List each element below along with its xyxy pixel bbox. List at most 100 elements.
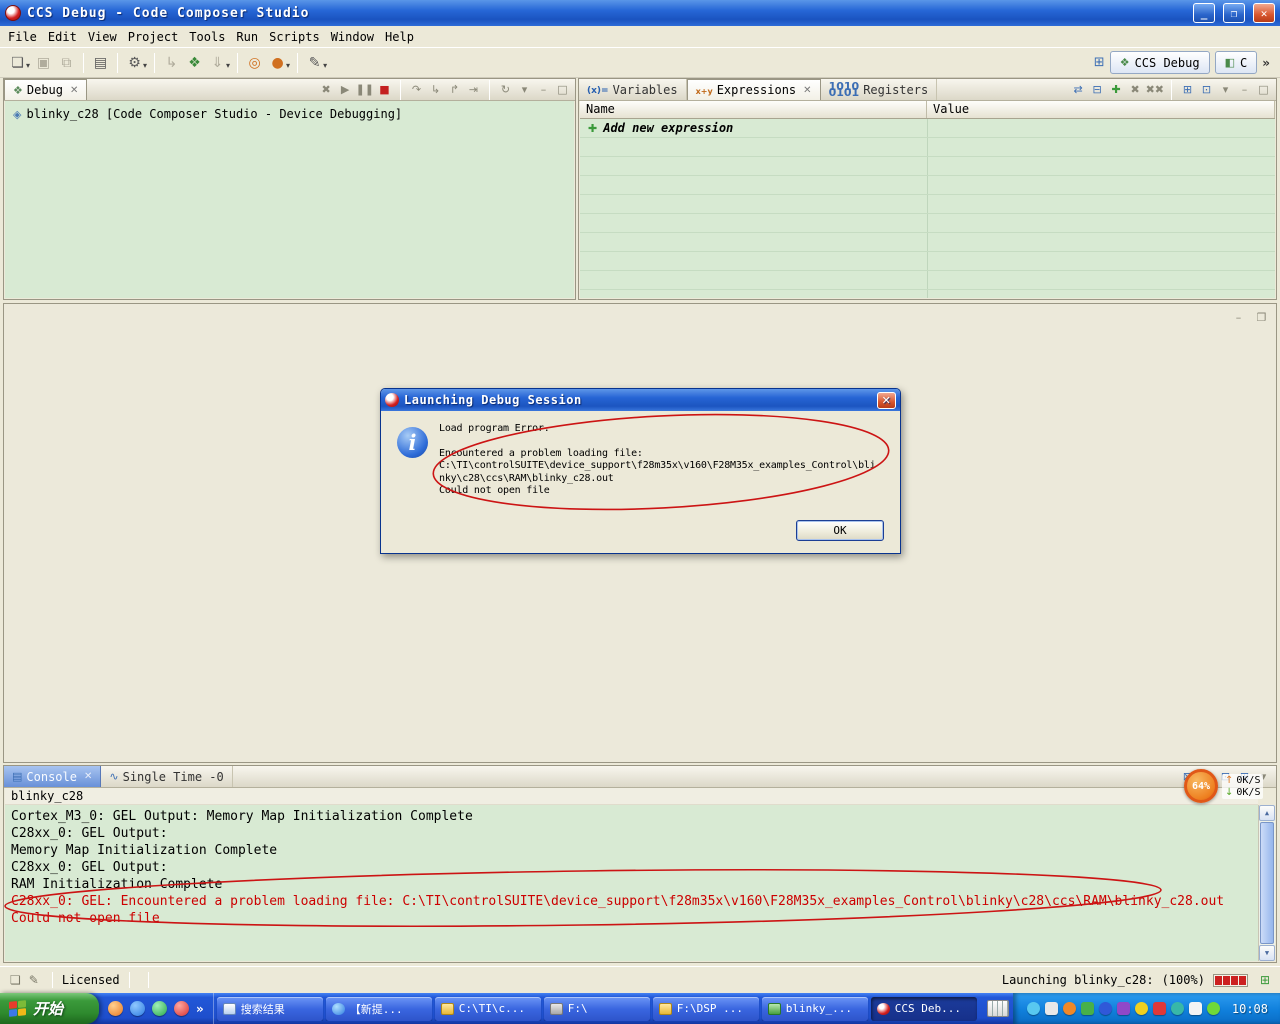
menu-item[interactable]: Run: [234, 28, 267, 46]
tray-icon[interactable]: [1206, 1002, 1220, 1015]
terminate-icon[interactable]: ■: [376, 81, 393, 99]
launch-dropdown-icon[interactable]: ▾: [286, 61, 290, 70]
column-header-name[interactable]: Name: [580, 101, 927, 118]
view-menu-icon[interactable]: ▾: [516, 81, 533, 99]
taskbar-task[interactable]: CCS Deb...: [870, 996, 977, 1021]
tray-icon[interactable]: [1062, 1002, 1076, 1015]
menu-item[interactable]: File: [6, 28, 46, 46]
maximize-button[interactable]: ❐: [1223, 3, 1245, 23]
remove-all-icon[interactable]: ✖: [318, 81, 335, 99]
show-columns-icon[interactable]: ⊟: [1089, 81, 1106, 99]
menu-item[interactable]: Scripts: [267, 28, 329, 46]
flash-dropdown-icon[interactable]: ▾: [226, 61, 230, 70]
taskbar-task[interactable]: 搜索结果: [216, 996, 323, 1021]
new-dropdown-icon[interactable]: ▾: [26, 61, 30, 70]
scroll-up-icon[interactable]: ▲: [1259, 805, 1275, 821]
search-dropdown-icon[interactable]: ▾: [323, 61, 327, 70]
speed-monitor[interactable]: 64% ↑ 0K/S ↓ 0K/S: [1184, 769, 1264, 803]
taskbar-clock[interactable]: 10:08: [1232, 1002, 1268, 1016]
maximize-view-icon[interactable]: □: [554, 81, 571, 99]
step-into-icon[interactable]: ↷: [408, 81, 425, 99]
quick-launch-icon[interactable]: [108, 1001, 123, 1016]
tray-icon[interactable]: [1080, 1002, 1094, 1015]
tray-icon[interactable]: [1188, 1002, 1202, 1015]
tray-icon[interactable]: [1098, 1002, 1112, 1015]
editor-mode-icon[interactable]: ❏: [10, 973, 21, 987]
minimize-view-icon[interactable]: –: [1230, 308, 1247, 326]
close-button[interactable]: ✕: [1253, 3, 1275, 23]
step-return-icon[interactable]: ↱: [446, 81, 463, 99]
pin-view-icon[interactable]: ⊡: [1198, 81, 1215, 99]
tab-registers[interactable]: Registers: [821, 79, 938, 100]
debug-icon[interactable]: ❖: [183, 51, 206, 74]
refresh-icon[interactable]: ⇄: [1070, 81, 1087, 99]
tab-variables[interactable]: Variables: [579, 79, 687, 100]
smart-insert-icon[interactable]: ✎: [29, 973, 39, 987]
speed-monitor-ball[interactable]: 64%: [1184, 769, 1218, 803]
scrollbar-thumb[interactable]: [1260, 822, 1274, 944]
menu-item[interactable]: Window: [329, 28, 383, 46]
suspend-icon[interactable]: ❚❚: [356, 81, 374, 99]
tray-icon[interactable]: [1170, 1002, 1184, 1015]
step-return-icon[interactable]: ↳: [160, 51, 183, 74]
input-method-icon[interactable]: [986, 1000, 1009, 1017]
tab-debug[interactable]: Debug ✕: [4, 79, 88, 100]
view-menu-icon[interactable]: ▾: [1217, 81, 1234, 99]
tab-console[interactable]: Console ✕: [4, 766, 102, 787]
close-tab-icon[interactable]: ✕: [70, 85, 78, 96]
add-new-expression-row[interactable]: ✚ Add new expression: [580, 119, 1275, 138]
minimize-button[interactable]: _: [1193, 3, 1215, 23]
menu-item[interactable]: Project: [126, 28, 188, 46]
save-icon[interactable]: ▣: [32, 51, 55, 74]
tab-expressions[interactable]: Expressions ✕: [686, 79, 821, 100]
tray-icon[interactable]: [1134, 1002, 1148, 1015]
close-tab-icon[interactable]: ✕: [803, 85, 811, 96]
new-view-icon[interactable]: ⊞: [1179, 81, 1196, 99]
debug-tree-item[interactable]: ◈ blinky_c28 [Code Composer Studio - Dev…: [9, 107, 570, 121]
taskbar-task[interactable]: F:\: [543, 996, 650, 1021]
perspective-overflow-icon[interactable]: »: [1262, 56, 1270, 70]
perspective-cpp[interactable]: ◧ C: [1214, 51, 1258, 74]
quick-launch-icon[interactable]: [130, 1001, 145, 1016]
target-config-icon[interactable]: ◎: [243, 51, 266, 74]
menu-item[interactable]: Edit: [46, 28, 86, 46]
console-view-icon[interactable]: ▤: [89, 51, 112, 74]
progress-view-icon[interactable]: ⊞: [1260, 973, 1270, 987]
perspective-ccs-debug[interactable]: ❖ CCS Debug: [1109, 51, 1210, 74]
quick-launch-icon[interactable]: [152, 1001, 167, 1016]
restore-view-icon[interactable]: ❐: [1253, 308, 1270, 326]
resume-icon[interactable]: ▶: [337, 81, 354, 99]
ok-button[interactable]: OK: [796, 520, 884, 541]
taskbar-task[interactable]: blinky_...: [761, 996, 868, 1021]
tray-icon[interactable]: [1026, 1002, 1040, 1015]
dialog-close-icon[interactable]: ✕: [877, 391, 896, 409]
menu-item[interactable]: View: [86, 28, 126, 46]
build-dropdown-icon[interactable]: ▾: [143, 61, 147, 70]
start-button[interactable]: 开始: [0, 993, 99, 1024]
menu-item[interactable]: Tools: [187, 28, 234, 46]
minimize-view-icon[interactable]: –: [1236, 81, 1253, 99]
quick-launch-overflow-icon[interactable]: »: [196, 1002, 204, 1016]
tab-single-time[interactable]: Single Time -0: [101, 766, 233, 787]
taskbar-task[interactable]: C:\TI\c...: [434, 996, 541, 1021]
console-scrollbar[interactable]: ▲ ▼: [1258, 805, 1275, 961]
run-to-line-icon[interactable]: ⇥: [465, 81, 482, 99]
close-tab-icon[interactable]: ✕: [84, 771, 92, 782]
minimize-view-icon[interactable]: –: [535, 81, 552, 99]
save-all-icon[interactable]: ⧉: [55, 51, 78, 74]
open-perspective-icon[interactable]: ⊞: [1094, 55, 1105, 70]
tray-icon[interactable]: [1152, 1002, 1166, 1015]
remove-all-expressions-icon[interactable]: ✖✖: [1146, 81, 1164, 99]
step-over-icon[interactable]: ↳: [427, 81, 444, 99]
tray-icon[interactable]: [1116, 1002, 1130, 1015]
restart-icon[interactable]: ↻: [497, 81, 514, 99]
taskbar-task[interactable]: 【新提...: [325, 996, 432, 1021]
column-header-value[interactable]: Value: [927, 101, 1275, 118]
add-expression-icon[interactable]: ✚: [1108, 81, 1125, 99]
quick-launch-icon[interactable]: [174, 1001, 189, 1016]
remove-expression-icon[interactable]: ✖: [1127, 81, 1144, 99]
scroll-down-icon[interactable]: ▼: [1259, 945, 1275, 961]
taskbar-task[interactable]: F:\DSP ...: [652, 996, 759, 1021]
tray-icon[interactable]: [1044, 1002, 1058, 1015]
maximize-view-icon[interactable]: □: [1255, 81, 1272, 99]
